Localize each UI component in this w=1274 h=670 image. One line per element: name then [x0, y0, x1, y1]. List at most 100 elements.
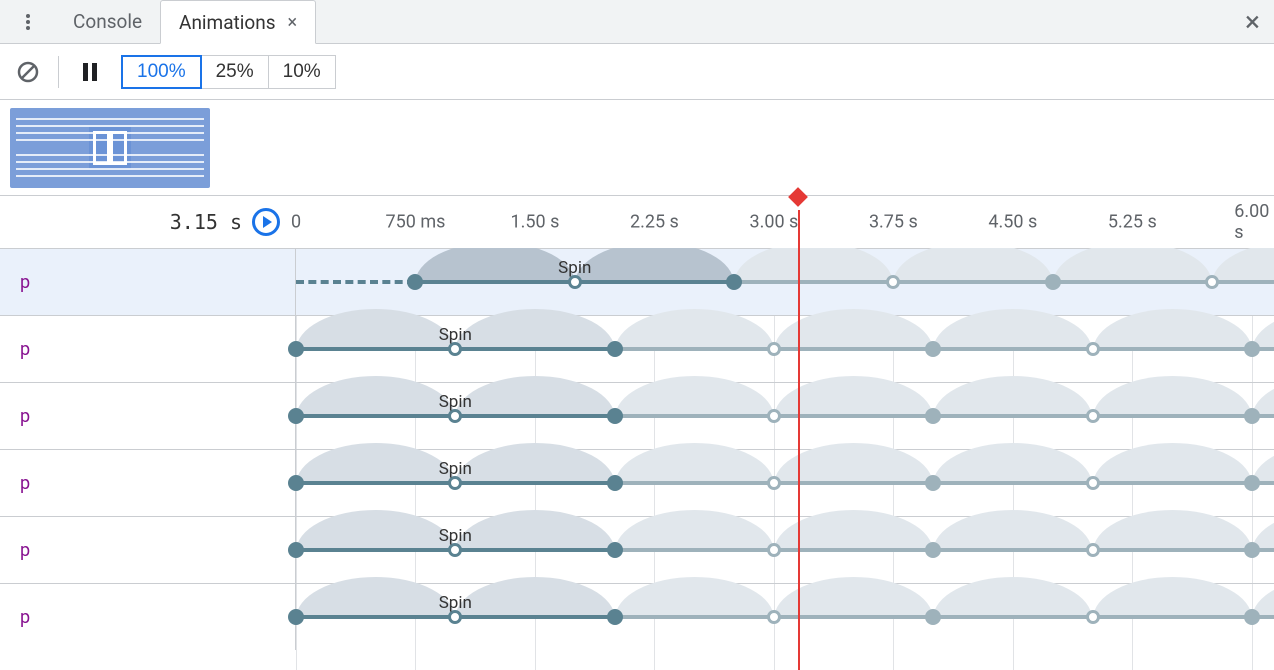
- keyframe-dot[interactable]: [288, 542, 304, 558]
- iteration-bar-repeat: [615, 548, 1274, 552]
- thumb-line: [16, 125, 204, 127]
- toolbar-divider: [58, 56, 59, 88]
- speed-10-button[interactable]: 10%: [268, 55, 336, 89]
- keyframe-dot[interactable]: [925, 542, 941, 558]
- easing-hump: [933, 309, 1092, 351]
- keyframe-dot[interactable]: [1244, 542, 1260, 558]
- play-icon: [263, 216, 272, 228]
- track-lane[interactable]: Spin: [296, 249, 1274, 315]
- keyframe-dot[interactable]: [767, 543, 781, 557]
- keyframe-dot[interactable]: [925, 609, 941, 625]
- keyframe-dot[interactable]: [1244, 609, 1260, 625]
- easing-hump: [615, 577, 774, 619]
- easing-hump: [296, 309, 455, 351]
- kebab-menu-icon[interactable]: [0, 0, 55, 43]
- track-lane[interactable]: Spin: [296, 383, 1274, 449]
- keyframe-dot[interactable]: [886, 275, 900, 289]
- easing-hump: [1212, 248, 1274, 284]
- easing-hump: [774, 309, 933, 351]
- drawer-tab-bar: Console Animations × ×: [0, 0, 1274, 44]
- animation-name-label: Spin: [558, 258, 591, 278]
- keyframe-dot[interactable]: [925, 408, 941, 424]
- keyframe-dot[interactable]: [1086, 409, 1100, 423]
- delay-bar: [296, 280, 415, 284]
- animation-group-thumbnail[interactable]: [10, 108, 210, 188]
- track-row[interactable]: pSpin: [0, 583, 1274, 650]
- keyframe-dot[interactable]: [607, 341, 623, 357]
- keyframe-dot[interactable]: [1244, 341, 1260, 357]
- keyframe-dot[interactable]: [1086, 610, 1100, 624]
- keyframe-dot[interactable]: [1244, 475, 1260, 491]
- easing-hump: [774, 443, 933, 485]
- pause-icon: [83, 63, 88, 81]
- ruler-tick: 2.25 s: [630, 212, 679, 233]
- easing-hump: [575, 248, 734, 284]
- keyframe-dot[interactable]: [607, 609, 623, 625]
- easing-hump: [1093, 376, 1252, 418]
- keyframe-dot[interactable]: [607, 475, 623, 491]
- animation-name-label: Spin: [439, 392, 472, 412]
- keyframe-dot[interactable]: [288, 609, 304, 625]
- track-element-label: p: [0, 450, 296, 516]
- easing-hump: [933, 510, 1092, 552]
- keyframe-dot[interactable]: [288, 341, 304, 357]
- keyframe-dot[interactable]: [1045, 274, 1061, 290]
- pause-button[interactable]: [73, 55, 107, 89]
- pause-icon: [92, 63, 97, 81]
- track-lane[interactable]: Spin: [296, 517, 1274, 583]
- keyframe-dot[interactable]: [1205, 275, 1219, 289]
- keyframe-dot[interactable]: [288, 475, 304, 491]
- keyframe-dot[interactable]: [607, 408, 623, 424]
- easing-hump: [933, 577, 1092, 619]
- tab-console[interactable]: Console: [55, 0, 160, 43]
- keyframe-dot[interactable]: [767, 409, 781, 423]
- tracks-container: pSpinpSpinpSpinpSpinpSpinpSpin: [0, 248, 1274, 650]
- thumb-line: [16, 154, 204, 156]
- keyframe-dot[interactable]: [767, 476, 781, 490]
- keyframe-dot[interactable]: [767, 610, 781, 624]
- playback-speed-group: 100% 25% 10%: [121, 55, 336, 89]
- keyframe-dot[interactable]: [767, 342, 781, 356]
- play-button[interactable]: [252, 208, 280, 236]
- close-tab-icon[interactable]: ×: [288, 12, 298, 33]
- speed-100-button[interactable]: 100%: [121, 55, 202, 89]
- easing-hump: [455, 376, 614, 418]
- clear-button[interactable]: [12, 56, 44, 88]
- keyframe-dot[interactable]: [607, 542, 623, 558]
- keyframe-dot[interactable]: [1086, 543, 1100, 557]
- easing-hump: [1053, 248, 1212, 284]
- keyframe-dot[interactable]: [1086, 476, 1100, 490]
- easing-hump: [455, 309, 614, 351]
- keyframe-dot[interactable]: [925, 341, 941, 357]
- track-row[interactable]: pSpin: [0, 449, 1274, 516]
- easing-hump: [774, 510, 933, 552]
- track-row[interactable]: pSpin: [0, 315, 1274, 382]
- keyframe-dot[interactable]: [925, 475, 941, 491]
- iteration-bar-repeat: [615, 347, 1274, 351]
- track-lane[interactable]: Spin: [296, 450, 1274, 516]
- ruler-tick: 3.00 s: [749, 212, 798, 233]
- track-row[interactable]: p Spin: [0, 248, 1274, 315]
- track-element-label: p: [0, 249, 296, 315]
- keyframe-dot[interactable]: [407, 274, 423, 290]
- track-row[interactable]: pSpin: [0, 516, 1274, 583]
- track-lane[interactable]: Spin: [296, 316, 1274, 382]
- track-lane[interactable]: Spin: [296, 584, 1274, 650]
- track-row[interactable]: pSpin: [0, 382, 1274, 449]
- keyframe-dot[interactable]: [288, 408, 304, 424]
- easing-hump: [296, 443, 455, 485]
- keyframe-dot[interactable]: [1244, 408, 1260, 424]
- time-ruler[interactable]: 0750 ms1.50 s2.25 s3.00 s3.75 s4.50 s5.2…: [296, 196, 1274, 248]
- easing-hump: [1093, 443, 1252, 485]
- keyframe-dot[interactable]: [726, 274, 742, 290]
- iteration-bar-repeat: [615, 615, 1274, 619]
- close-drawer-icon[interactable]: ×: [1245, 0, 1260, 43]
- iteration-bar-repeat: [734, 280, 1274, 284]
- tab-animations-label: Animations: [179, 11, 275, 34]
- tab-animations[interactable]: Animations ×: [160, 0, 316, 44]
- keyframe-dot[interactable]: [1086, 342, 1100, 356]
- easing-hump: [615, 443, 774, 485]
- track-element-label: p: [0, 316, 296, 382]
- speed-25-button[interactable]: 25%: [201, 55, 269, 89]
- easing-hump: [933, 443, 1092, 485]
